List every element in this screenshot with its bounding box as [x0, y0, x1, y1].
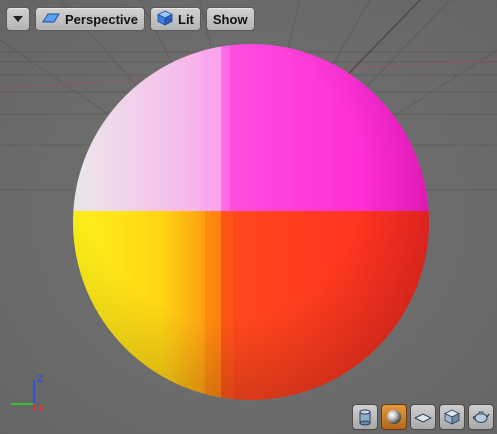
preview-sphere[interactable] — [0, 0, 497, 434]
viewport-toolbar: Perspective Lit Show — [6, 7, 255, 31]
plane-icon — [414, 413, 432, 423]
material-preview-viewport[interactable]: Perspective Lit Show Z x — [0, 0, 497, 434]
view-mode-button[interactable]: Perspective — [35, 7, 145, 31]
sphere-preview-button[interactable] — [381, 404, 407, 430]
show-menu-button[interactable]: Show — [205, 7, 255, 31]
cylinder-preview-button[interactable] — [352, 404, 378, 430]
perspective-icon — [42, 12, 60, 27]
teapot-preview-button[interactable] — [468, 404, 494, 430]
x-axis-label: x — [39, 402, 44, 412]
axis-gizmo: Z x — [11, 374, 44, 412]
cylinder-icon — [359, 409, 371, 426]
chevron-down-icon — [13, 16, 23, 22]
plane-preview-button[interactable] — [410, 404, 436, 430]
cube-preview-button[interactable] — [439, 404, 465, 430]
z-axis-label: Z — [37, 374, 43, 385]
cube-icon — [444, 409, 460, 425]
teapot-icon — [473, 411, 490, 423]
preview-shape-bar — [352, 404, 494, 430]
viewport-options-button[interactable] — [6, 7, 30, 31]
sphere-icon — [387, 410, 401, 424]
lit-cube-icon — [157, 10, 173, 29]
view-mode-label: Perspective — [65, 11, 138, 27]
lighting-mode-button[interactable]: Lit — [150, 7, 201, 31]
lighting-mode-label: Lit — [178, 11, 194, 27]
show-menu-label: Show — [212, 11, 248, 27]
